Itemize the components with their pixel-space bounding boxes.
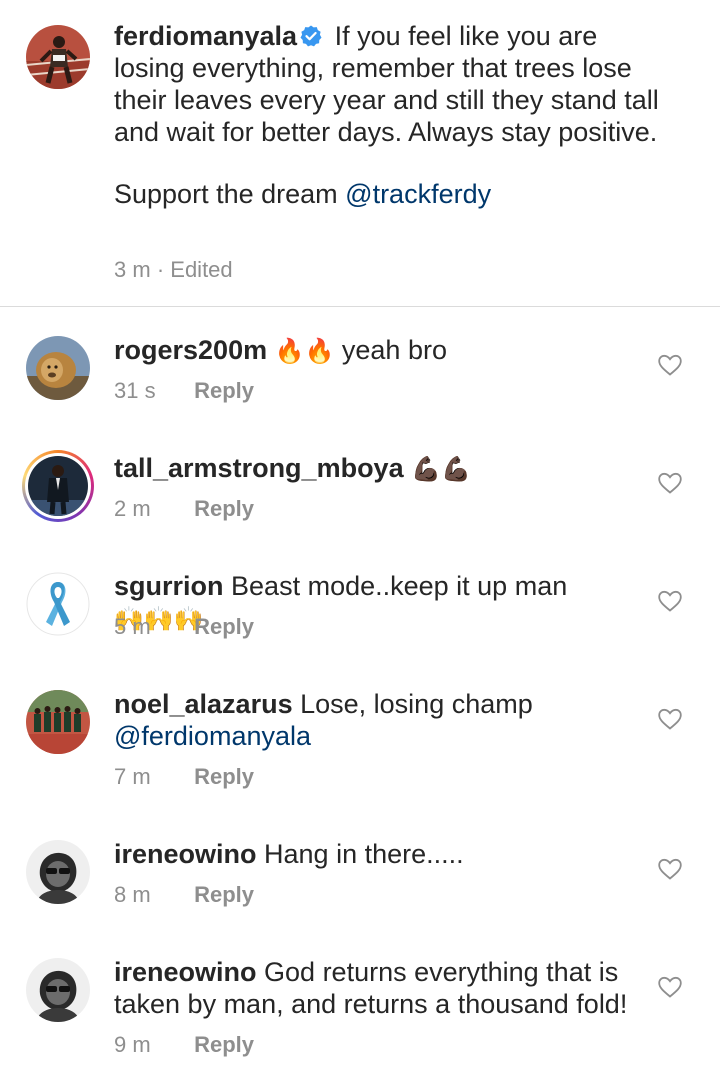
avatar-photo-portrait-bw	[26, 958, 90, 1022]
comment-username[interactable]: ireneowino	[114, 839, 257, 869]
caption-time: 3 m	[114, 257, 151, 282]
caption-separator: ·	[156, 257, 165, 282]
comment-meta: 8 m Reply	[114, 882, 254, 908]
heart-outline-icon[interactable]	[657, 589, 683, 613]
verified-badge-icon	[299, 23, 323, 47]
reply-button[interactable]: Reply	[194, 496, 254, 521]
comment-time: 7 m	[114, 764, 151, 789]
comment-meta: 31 s Reply	[114, 378, 254, 404]
comment-avatar-story-ring[interactable]	[22, 450, 94, 522]
heart-outline-icon[interactable]	[657, 975, 683, 999]
comment-username[interactable]: sgurrion	[114, 571, 224, 601]
comment-username[interactable]: ireneowino	[114, 957, 257, 987]
comment-time: 9 m	[114, 1032, 151, 1057]
avatar-photo-suit	[28, 456, 88, 516]
caption-avatar[interactable]	[26, 25, 90, 89]
comment-text: Beast mode..keep it up man	[231, 571, 568, 601]
heart-outline-icon[interactable]	[657, 707, 683, 731]
post-caption: ferdiomanyala If you feel like you are l…	[0, 0, 720, 307]
comment-meta: 9 m Reply	[114, 1032, 254, 1058]
caption-edited-label: Edited	[170, 257, 233, 282]
heart-outline-icon[interactable]	[657, 471, 683, 495]
reply-button[interactable]: Reply	[194, 882, 254, 907]
comment-time: 31 s	[114, 378, 156, 403]
comment-avatar[interactable]	[26, 840, 90, 904]
comment-avatar[interactable]	[26, 690, 90, 754]
reply-button[interactable]: Reply	[194, 764, 254, 789]
comment-username[interactable]: noel_alazarus	[114, 689, 293, 719]
reply-button[interactable]: Reply	[194, 1032, 254, 1057]
fire-emoji: 🔥🔥	[274, 337, 335, 365]
comment-mention[interactable]: @ferdiomanyala	[114, 721, 311, 751]
avatar-awareness-ribbon	[26, 572, 90, 636]
comment-text: yeah bro	[341, 335, 447, 365]
avatar-photo-lion	[26, 336, 90, 400]
comment-text: Hang in there.....	[264, 839, 464, 869]
caption-username[interactable]: ferdiomanyala	[114, 21, 297, 51]
comment-time: 5 m	[114, 614, 151, 639]
comment-meta: 7 m Reply	[114, 764, 254, 790]
comment-text-block: ireneowino Hang in there.....	[114, 838, 634, 870]
comment-username[interactable]: rogers200m	[114, 335, 267, 365]
caption-meta: 3 m · Edited	[114, 257, 233, 283]
caption-body: ferdiomanyala If you feel like you are l…	[114, 20, 674, 210]
heart-outline-icon[interactable]	[657, 857, 683, 881]
comment-text-block: tall_armstrong_mboya 💪🏿💪🏿	[114, 452, 634, 484]
reply-button[interactable]: Reply	[194, 378, 254, 403]
caption-support-text: Support the dream	[114, 179, 338, 209]
comment-text-block: ireneowino God returns everything that i…	[114, 956, 634, 1020]
flexed-biceps-emoji: 💪🏿💪🏿	[411, 455, 471, 483]
avatar-photo-team	[26, 690, 90, 754]
caption-support-line: Support the dream @trackferdy	[114, 178, 674, 210]
comment-time: 2 m	[114, 496, 151, 521]
comment-avatar[interactable]	[26, 336, 90, 400]
caption-mention[interactable]: @trackferdy	[345, 179, 491, 209]
comment-avatar[interactable]	[26, 958, 90, 1022]
comment-time: 8 m	[114, 882, 151, 907]
comment-avatar[interactable]	[26, 572, 90, 636]
heart-outline-icon[interactable]	[657, 353, 683, 377]
reply-button[interactable]: Reply	[194, 614, 254, 639]
comment-meta: 5 m Reply	[114, 614, 254, 640]
comment-meta: 2 m Reply	[114, 496, 254, 522]
avatar-photo-runner	[26, 25, 90, 89]
comment-text-block: rogers200m 🔥🔥 yeah bro	[114, 334, 634, 366]
comment-username[interactable]: tall_armstrong_mboya	[114, 453, 404, 483]
comment-text: Lose, losing champ	[300, 689, 533, 719]
comment-text-block: noel_alazarus Lose, losing champ @ferdio…	[114, 688, 634, 752]
avatar-photo-portrait-bw	[26, 840, 90, 904]
